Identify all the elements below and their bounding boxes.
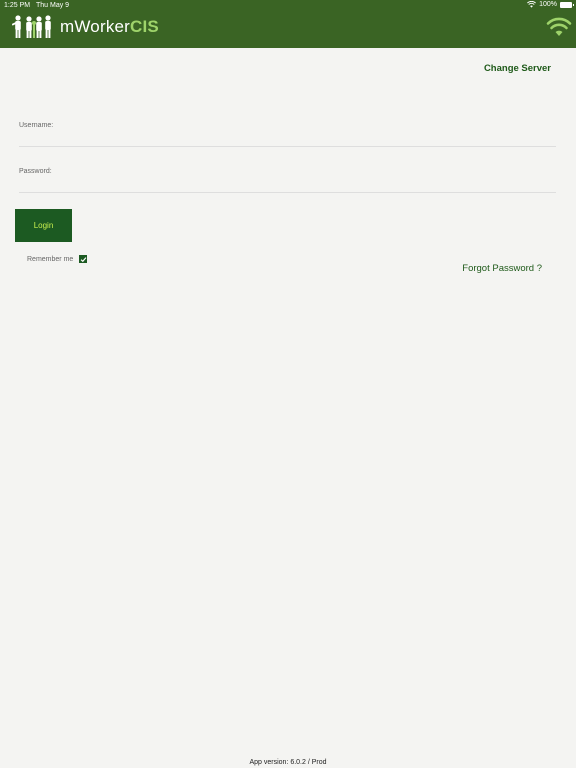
connection-status-button[interactable] bbox=[546, 16, 572, 38]
battery-icon bbox=[560, 1, 574, 8]
app-title-prefix: mWorker bbox=[60, 17, 131, 36]
app-title-accent: CIS bbox=[130, 17, 159, 36]
username-field: Username: bbox=[19, 117, 556, 147]
remember-me: Remember me bbox=[27, 255, 88, 263]
username-label: Username: bbox=[19, 122, 54, 129]
status-date: Thu May 9 bbox=[36, 2, 70, 9]
password-label: Password: bbox=[19, 168, 52, 175]
password-input[interactable] bbox=[19, 177, 556, 191]
forgot-password-link[interactable]: Forgot Password ? bbox=[462, 263, 542, 274]
app-title: mWorkerCIS bbox=[60, 17, 159, 37]
app-logo: mWorkerCIS bbox=[12, 14, 159, 40]
change-server-link[interactable]: Change Server bbox=[484, 63, 551, 74]
password-field: Password: bbox=[19, 163, 556, 193]
remember-me-label: Remember me bbox=[27, 255, 74, 263]
status-time: 1:25 PM bbox=[4, 2, 31, 9]
people-group-icon bbox=[12, 15, 51, 38]
checkmark-icon bbox=[80, 256, 87, 262]
app-header: 1:25 PM Thu May 9 100% mWorkerCIS bbox=[0, 0, 576, 48]
login-button[interactable]: Login bbox=[15, 209, 72, 242]
remember-me-checkbox[interactable] bbox=[79, 255, 88, 263]
wifi-icon bbox=[546, 17, 572, 36]
status-wifi-icon bbox=[527, 1, 537, 8]
app-version: App version: 6.0.2 / Prod bbox=[249, 759, 327, 766]
battery-percent: 100% bbox=[539, 1, 557, 8]
status-indicators: 100% bbox=[527, 1, 574, 8]
status-bar: 1:25 PM Thu May 9 100% bbox=[0, 0, 576, 12]
username-input[interactable] bbox=[19, 131, 556, 145]
